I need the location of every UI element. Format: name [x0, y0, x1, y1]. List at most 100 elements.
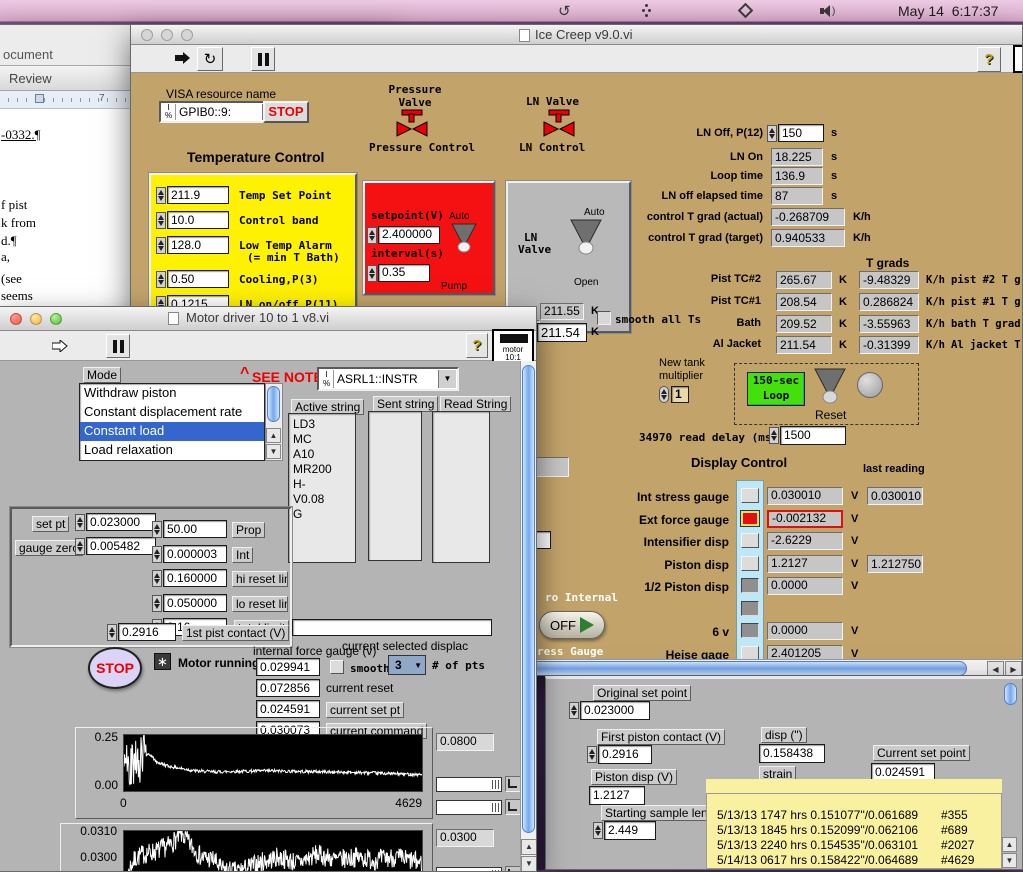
stop-button[interactable]: STOP — [263, 101, 309, 123]
param-input[interactable]: 0.000003 — [163, 545, 227, 563]
read-delay-spinner[interactable] — [769, 427, 779, 444]
loop-selector[interactable] — [814, 368, 846, 406]
active-string-item[interactable]: H- — [293, 477, 351, 492]
chart1-slider-a-icon[interactable] — [505, 776, 521, 792]
ice-titlebar[interactable]: Ice Creep v9.0.vi — [131, 25, 1022, 45]
mode-item[interactable]: Withdraw piston — [80, 384, 264, 403]
temp-spinner[interactable] — [156, 237, 166, 254]
chart2-slider-a-icon[interactable] — [505, 866, 521, 871]
reset-button[interactable] — [857, 372, 883, 398]
minimize-icon[interactable] — [30, 312, 42, 325]
gauge-zero-spinner[interactable] — [75, 538, 85, 555]
active-string-item[interactable]: A10 — [293, 447, 351, 462]
mode-item[interactable]: Constant displacement rate — [80, 403, 264, 422]
tank-input[interactable]: 1 — [671, 386, 689, 403]
airport-icon[interactable] — [737, 2, 754, 19]
set-pt-spinner[interactable] — [75, 514, 85, 531]
contact-spinner[interactable] — [107, 624, 117, 641]
first-piston-spinner[interactable] — [587, 746, 597, 763]
display-toggle-button[interactable] — [741, 601, 759, 616]
starting-length-input[interactable]: 2.449 — [604, 821, 656, 840]
display-toggle-button[interactable] — [741, 488, 759, 503]
scroll-right-icon[interactable]: ▶ — [1005, 661, 1022, 675]
vscroll-thumb[interactable] — [522, 365, 535, 833]
run-continuous-icon[interactable]: ↻ — [197, 47, 223, 71]
interval-input[interactable]: 0.35 — [378, 264, 430, 282]
temp-input[interactable]: 0.50 — [167, 270, 229, 288]
run-icon[interactable] — [175, 52, 191, 64]
param-spinner[interactable] — [152, 570, 162, 587]
param-spinner[interactable] — [152, 595, 162, 612]
chart1-slider-b-icon[interactable] — [505, 799, 521, 815]
original-setpoint-spinner[interactable] — [569, 702, 579, 719]
npts-dropdown[interactable]: 3 ▼ — [388, 655, 426, 675]
ln-off-spinner[interactable] — [767, 125, 777, 142]
set-pt-input[interactable]: 0.023000 — [86, 513, 156, 531]
param-input[interactable]: 0.160000 — [163, 569, 227, 587]
display-toggle-button[interactable] — [741, 578, 759, 593]
active-string-list[interactable]: LD3 MC A10 MR200 H- V0.08 G — [288, 413, 356, 563]
scroll-left-icon[interactable]: ◀ — [987, 661, 1004, 675]
run-icon[interactable] — [52, 340, 68, 352]
motor-stop-button[interactable]: STOP — [88, 647, 142, 689]
temp-input[interactable]: 10.0 — [167, 211, 229, 229]
loop-button[interactable]: 150-sec Loop — [747, 372, 805, 406]
selected-displacement-field[interactable] — [292, 619, 492, 636]
temp-spinner[interactable] — [156, 271, 166, 288]
temp-input[interactable]: 128.0 — [167, 236, 229, 254]
ln-off-input[interactable]: 150 — [778, 124, 824, 142]
close-icon[interactable] — [141, 28, 153, 41]
ln-auto-selector[interactable] — [570, 219, 602, 257]
smooth-all-checkbox[interactable] — [597, 311, 611, 325]
temp-input[interactable]: 211.9 — [167, 186, 229, 204]
display-toggle-button[interactable] — [741, 533, 759, 548]
zoom-icon[interactable] — [181, 28, 193, 41]
chart1-slider-a[interactable] — [436, 777, 502, 792]
minimize-icon[interactable] — [161, 28, 173, 41]
active-string-item[interactable]: LD3 — [293, 417, 351, 432]
setpoint-spinner[interactable] — [367, 227, 377, 244]
param-input[interactable]: 0.050000 — [163, 594, 227, 612]
active-string-item[interactable]: MC — [293, 432, 351, 447]
active-string-item[interactable]: G — [293, 507, 351, 522]
temp-spinner[interactable] — [156, 187, 166, 204]
chart1-slider-b[interactable] — [436, 800, 502, 815]
smooth-toggle[interactable] — [330, 660, 344, 674]
chevron-down-icon[interactable]: ▼ — [438, 370, 456, 388]
pressure-valve-icon[interactable] — [394, 109, 430, 139]
param-spinner[interactable] — [152, 521, 162, 538]
mode-item[interactable]: Constant load — [80, 422, 264, 441]
pause-icon[interactable] — [106, 334, 130, 358]
pause-icon[interactable] — [251, 47, 275, 71]
tank-spinner[interactable] — [659, 386, 669, 403]
hscroll-thumb[interactable] — [531, 661, 967, 675]
first-piston-input[interactable]: 0.2916 — [598, 745, 652, 764]
active-string-item[interactable]: MR200 — [293, 462, 351, 477]
close-icon[interactable] — [10, 312, 22, 325]
mode-item[interactable]: Load relaxation — [80, 441, 264, 460]
notes-box[interactable]: 5/13/13 1747 hrs 0.151077"/0.061689 #355 5… — [706, 793, 1002, 869]
read-delay-input[interactable]: 1500 — [780, 426, 846, 445]
display-toggle-alarm[interactable] — [740, 510, 760, 527]
mode-scroll-thumb[interactable] — [267, 386, 280, 422]
time-machine-icon[interactable]: ↺ — [558, 2, 571, 20]
contact-input[interactable]: 0.2916 — [118, 623, 176, 641]
mode-listbox[interactable]: Withdraw piston Constant displacement rat… — [79, 383, 265, 461]
spaces-icon[interactable] — [642, 9, 645, 12]
help-icon[interactable]: ? — [977, 47, 1001, 72]
param-input[interactable]: 50.00 — [163, 520, 227, 538]
motor-vscrollbar[interactable]: ▲ ▼ — [520, 361, 536, 871]
vi-icon[interactable]: motor 10:1 — [492, 329, 534, 363]
display-toggle-button[interactable] — [741, 623, 759, 638]
visa-dropdown[interactable]: I% ASRL1::INSTR ▼ — [317, 367, 459, 391]
panel-scroll-down-icon[interactable]: ▼ — [1002, 853, 1017, 868]
volume-icon[interactable]: ) — [820, 5, 836, 17]
param-spinner[interactable] — [152, 546, 162, 563]
panel-scroll-up-icon[interactable]: ▲ — [1002, 837, 1017, 852]
temp-spinner[interactable] — [156, 212, 166, 229]
off-button[interactable]: OFF — [539, 611, 605, 639]
interval-spinner[interactable] — [367, 265, 377, 282]
pressure-auto-selector[interactable] — [451, 223, 477, 255]
mode-scroll-up-icon[interactable]: ▲ — [266, 428, 281, 443]
scroll-up-icon[interactable]: ▲ — [521, 839, 536, 855]
